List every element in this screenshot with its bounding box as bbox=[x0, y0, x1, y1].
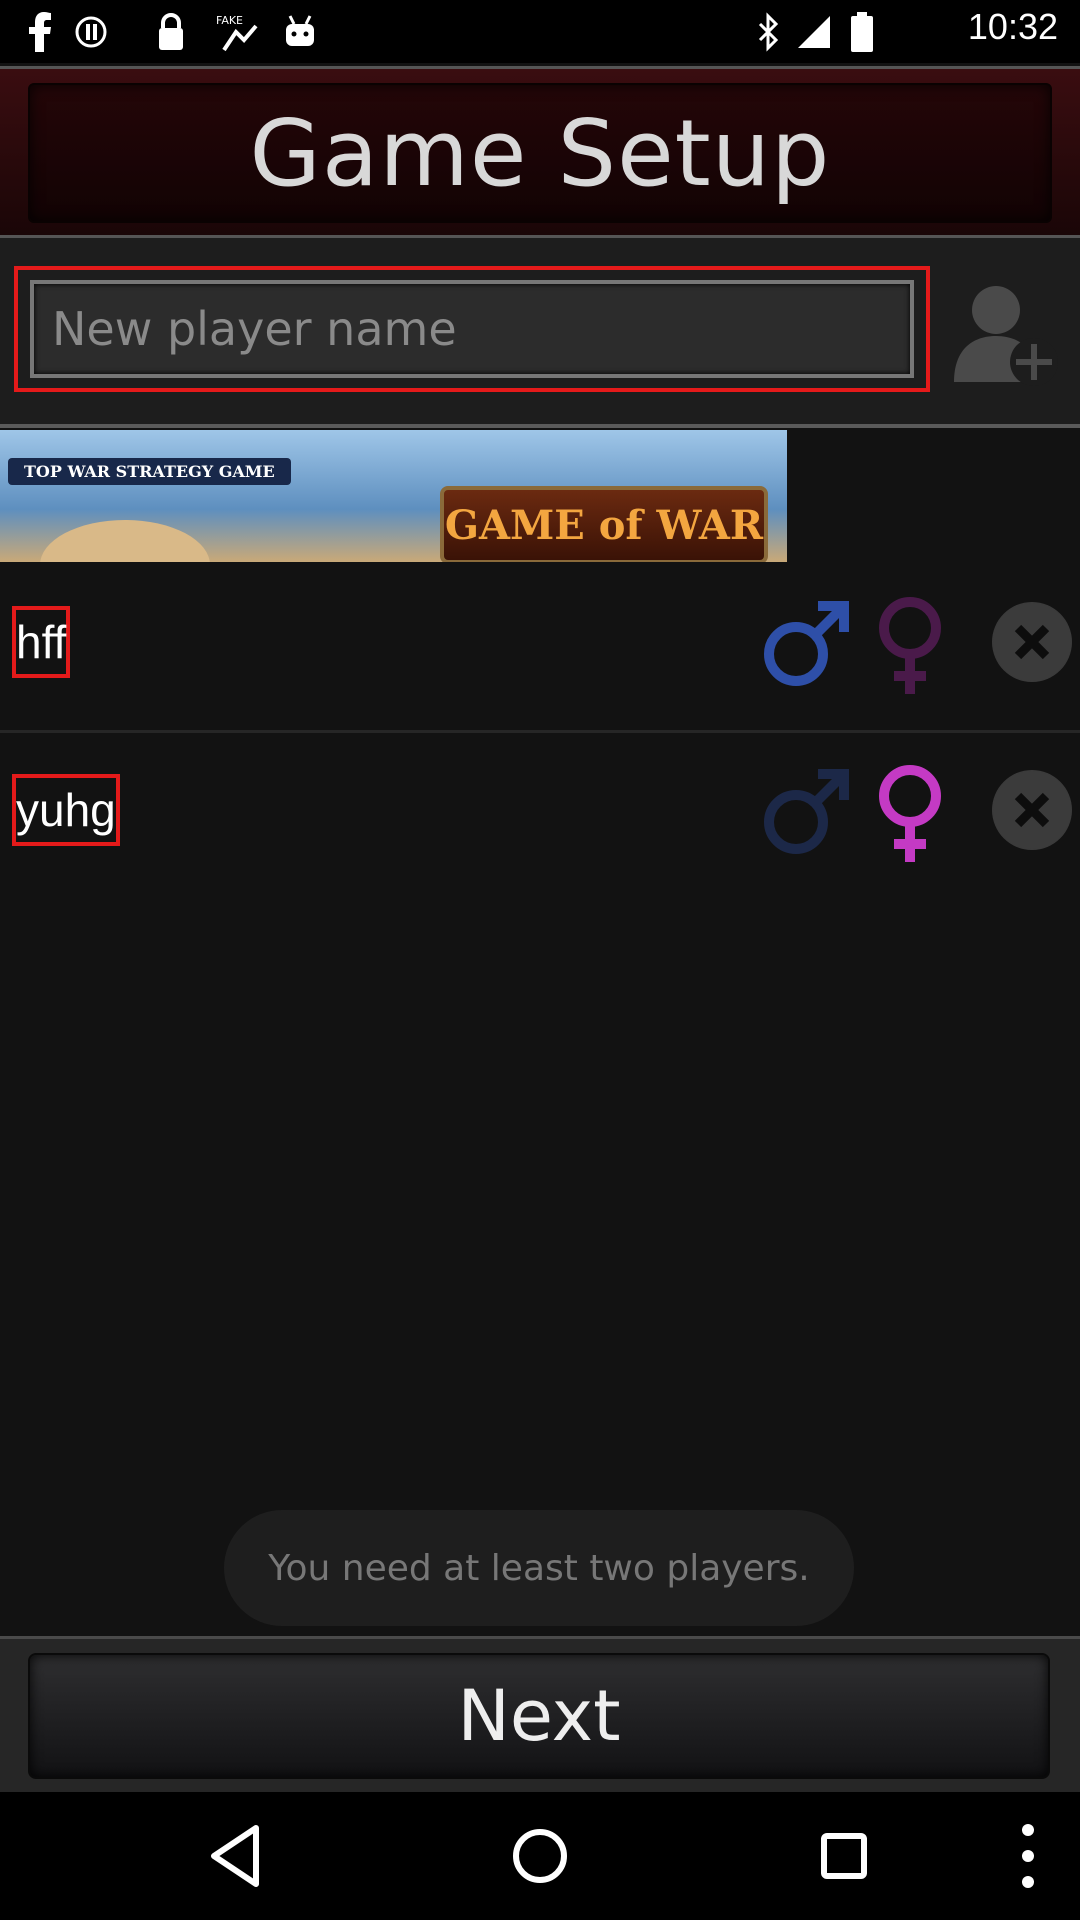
record-icon bbox=[75, 16, 107, 48]
add-user-icon[interactable] bbox=[948, 278, 1060, 388]
home-icon[interactable] bbox=[500, 1816, 580, 1896]
header-panel: Game Setup bbox=[28, 83, 1052, 223]
recents-icon[interactable] bbox=[804, 1816, 884, 1896]
remove-player-button[interactable] bbox=[992, 770, 1072, 850]
status-bar: FAKE 10:32 bbox=[0, 0, 1080, 63]
add-player-row bbox=[0, 238, 1080, 428]
signal-icon bbox=[798, 16, 830, 48]
female-icon[interactable] bbox=[870, 596, 950, 696]
new-player-name-input[interactable] bbox=[30, 280, 914, 378]
female-icon[interactable] bbox=[870, 764, 950, 864]
next-button[interactable]: Next bbox=[28, 1653, 1050, 1779]
ad-logo: GAME of WAR bbox=[440, 486, 768, 562]
remove-player-button[interactable] bbox=[992, 602, 1072, 682]
svg-text:FAKE: FAKE bbox=[216, 14, 243, 27]
back-icon[interactable] bbox=[196, 1816, 276, 1896]
ad-logo-text: GAME of WAR bbox=[444, 501, 764, 549]
male-icon[interactable] bbox=[760, 600, 850, 690]
ad-tagline: TOP WAR STRATEGY GAME bbox=[8, 458, 291, 485]
bluetooth-icon bbox=[758, 12, 779, 52]
name-input-highlight bbox=[14, 266, 930, 392]
facebook-icon bbox=[29, 12, 51, 52]
player-row: yuhg bbox=[0, 730, 1080, 898]
player-row: hff bbox=[0, 562, 1080, 733]
lock-icon bbox=[159, 13, 183, 50]
header: Game Setup bbox=[0, 66, 1080, 238]
player-name: hff bbox=[12, 606, 71, 678]
battery-icon bbox=[851, 12, 873, 52]
ad-banner[interactable]: TOP WAR STRATEGY GAME GAME of WAR bbox=[0, 430, 787, 562]
status-time: 10:32 bbox=[967, 6, 1058, 47]
ad-character-image bbox=[40, 520, 210, 562]
page-title: Game Setup bbox=[249, 99, 831, 207]
navigation-bar bbox=[0, 1792, 1080, 1920]
fake-gps-icon: FAKE bbox=[216, 14, 258, 52]
male-icon[interactable] bbox=[760, 768, 850, 858]
toast-message: You need at least two players. bbox=[224, 1510, 854, 1626]
footer: Next bbox=[0, 1636, 1080, 1795]
android-icon bbox=[286, 15, 314, 46]
menu-icon[interactable] bbox=[988, 1816, 1068, 1896]
player-name: yuhg bbox=[12, 774, 120, 846]
